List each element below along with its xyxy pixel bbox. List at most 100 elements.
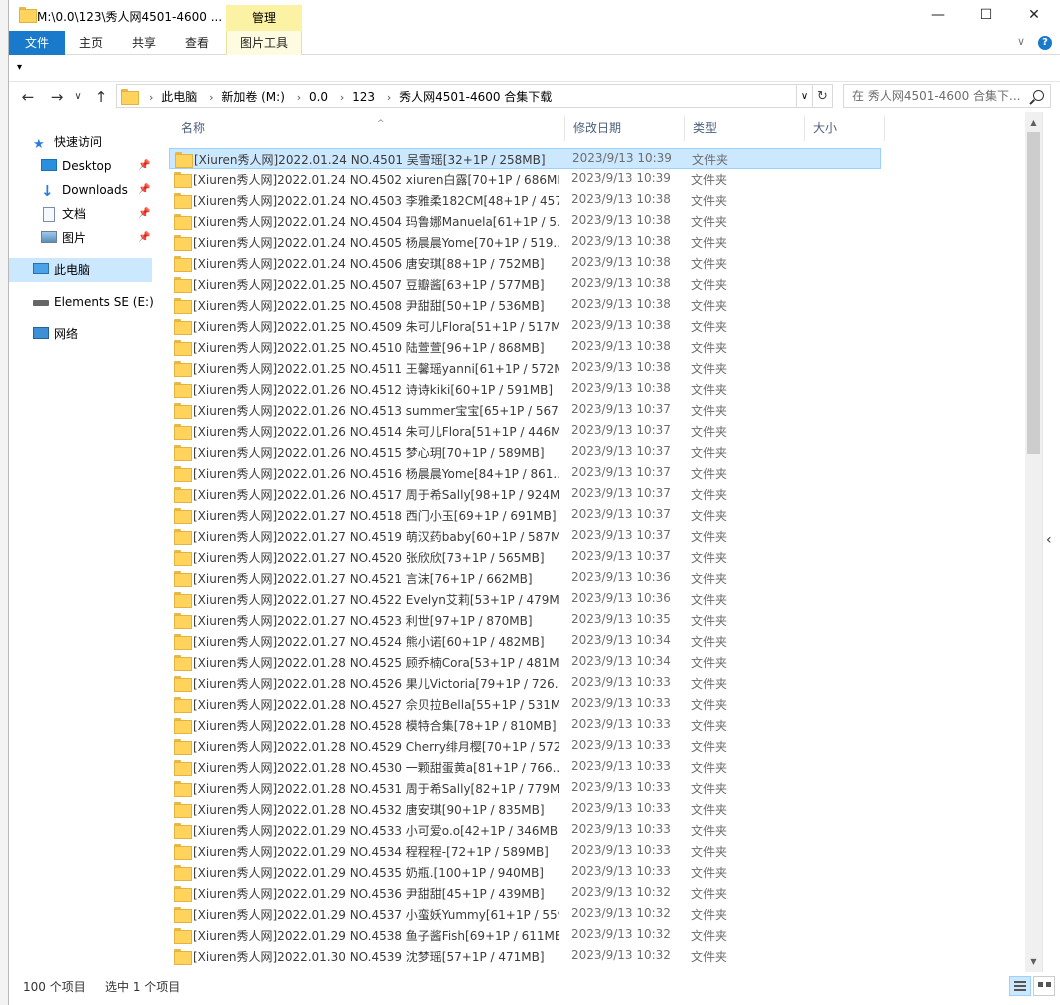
table-row[interactable]: [Xiuren秀人网]2022.01.26 NO.4513 summer宝宝[6… xyxy=(169,400,881,421)
up-button[interactable]: ↑ xyxy=(90,86,112,108)
table-row[interactable]: [Xiuren秀人网]2022.01.26 NO.4515 梦心玥[70+1P … xyxy=(169,442,881,463)
table-row[interactable]: [Xiuren秀人网]2022.01.29 NO.4537 小蛮妖Yummy[6… xyxy=(169,904,881,925)
table-row[interactable]: [Xiuren秀人网]2022.01.24 NO.4501 吴雪瑶[32+1P … xyxy=(169,148,881,169)
column-header-type[interactable]: 类型 xyxy=(685,116,805,141)
table-row[interactable]: [Xiuren秀人网]2022.01.29 NO.4535 奶瓶.[100+1P… xyxy=(169,862,881,883)
nav-item-quick-access[interactable]: ★ 快速访问 xyxy=(9,130,152,154)
tab-picture-tools[interactable]: 图片工具 xyxy=(226,31,302,55)
file-date: 2023/9/13 10:32 xyxy=(571,906,671,920)
breadcrumb-folder-123[interactable]: 123 xyxy=(352,90,375,104)
table-row[interactable]: [Xiuren秀人网]2022.01.27 NO.4520 张欣欣[73+1P … xyxy=(169,547,881,568)
pin-icon[interactable]: 📌 xyxy=(138,178,150,202)
breadcrumb-this-pc[interactable]: 此电脑 xyxy=(161,90,197,104)
breadcrumb-current-folder[interactable]: 秀人网4501-4600 合集下载 xyxy=(399,90,552,104)
address-bar[interactable]: › 此电脑 › 新加卷 (M:) › 0.0 › 123 › 秀人网4501-4… xyxy=(116,84,797,108)
table-row[interactable]: [Xiuren秀人网]2022.01.29 NO.4538 鱼子酱Fish[69… xyxy=(169,925,881,946)
nav-item-documents[interactable]: 文档 📌 xyxy=(9,202,152,226)
table-row[interactable]: [Xiuren秀人网]2022.01.30 NO.4539 沈梦瑶[57+1P … xyxy=(169,946,881,967)
table-row[interactable]: [Xiuren秀人网]2022.01.29 NO.4534 程程程-[72+1P… xyxy=(169,841,881,862)
table-row[interactable]: [Xiuren秀人网]2022.01.27 NO.4518 西门小玉[69+1P… xyxy=(169,505,881,526)
table-row[interactable]: [Xiuren秀人网]2022.01.24 NO.4502 xiuren白露[7… xyxy=(169,169,881,190)
search-icon[interactable] xyxy=(1033,90,1044,101)
recent-locations-button[interactable]: ∨ xyxy=(71,86,85,108)
scroll-down-icon[interactable]: ▼ xyxy=(1025,953,1042,970)
vertical-scrollbar[interactable]: ▲ ▼ xyxy=(1025,112,1042,972)
forward-button[interactable]: → xyxy=(46,86,68,108)
expand-ribbon-icon[interactable]: ∨ xyxy=(1017,35,1025,48)
close-button[interactable]: ✕ xyxy=(1011,0,1057,31)
file-date: 2023/9/13 10:32 xyxy=(571,885,671,899)
help-icon[interactable]: ? xyxy=(1038,36,1052,50)
table-row[interactable]: [Xiuren秀人网]2022.01.28 NO.4530 一颗甜蛋黄a[81+… xyxy=(169,757,881,778)
table-row[interactable]: [Xiuren秀人网]2022.01.28 NO.4528 模特合集[78+1P… xyxy=(169,715,881,736)
table-row[interactable]: [Xiuren秀人网]2022.01.26 NO.4517 周于希Sally[9… xyxy=(169,484,881,505)
nav-item-downloads[interactable]: ↓ Downloads 📌 xyxy=(9,178,152,202)
column-header-date[interactable]: 修改日期 xyxy=(565,116,685,141)
nav-item-network[interactable]: 网络 xyxy=(9,322,152,346)
chevron-left-icon[interactable]: ‹ xyxy=(1046,532,1052,548)
tab-home[interactable]: 主页 xyxy=(65,31,117,55)
table-row[interactable]: [Xiuren秀人网]2022.01.27 NO.4522 Evelyn艾莉[5… xyxy=(169,589,881,610)
picture-icon xyxy=(41,231,57,243)
table-row[interactable]: [Xiuren秀人网]2022.01.26 NO.4514 朱可儿Flora[5… xyxy=(169,421,881,442)
table-row[interactable]: [Xiuren秀人网]2022.01.25 NO.4507 豆瓣酱[63+1P … xyxy=(169,274,881,295)
file-list[interactable]: 名称 ^ 修改日期 类型 大小 [Xiuren秀人网]2022.01.24 NO… xyxy=(157,112,1025,972)
scrollbar-thumb[interactable] xyxy=(1027,132,1040,454)
minimize-button[interactable]: — xyxy=(915,0,961,31)
table-row[interactable]: [Xiuren秀人网]2022.01.28 NO.4525 顾乔楠Cora[53… xyxy=(169,652,881,673)
details-view-button[interactable] xyxy=(1009,976,1031,996)
tab-view[interactable]: 查看 xyxy=(171,31,223,55)
table-row[interactable]: [Xiuren秀人网]2022.01.25 NO.4510 陆萱萱[96+1P … xyxy=(169,337,881,358)
back-button[interactable]: ← xyxy=(17,86,39,108)
column-header-size[interactable]: 大小 xyxy=(805,116,885,141)
table-row[interactable]: [Xiuren秀人网]2022.01.28 NO.4527 佘贝拉Bella[5… xyxy=(169,694,881,715)
nav-item-desktop[interactable]: Desktop 📌 xyxy=(9,154,152,178)
table-row[interactable]: [Xiuren秀人网]2022.01.28 NO.4529 Cherry绯月樱[… xyxy=(169,736,881,757)
tab-file[interactable]: 文件 xyxy=(9,31,65,55)
tab-manage-contextual[interactable]: 管理 xyxy=(226,5,302,31)
breadcrumb-separator-icon[interactable]: › xyxy=(297,91,301,104)
breadcrumb-separator-icon[interactable]: › xyxy=(387,91,391,104)
table-row[interactable]: [Xiuren秀人网]2022.01.28 NO.4532 唐安琪[90+1P … xyxy=(169,799,881,820)
table-row[interactable]: [Xiuren秀人网]2022.01.27 NO.4521 言沫[76+1P /… xyxy=(169,568,881,589)
table-row[interactable]: [Xiuren秀人网]2022.01.27 NO.4523 利世[97+1P /… xyxy=(169,610,881,631)
preview-pane-toggle[interactable]: ‹ xyxy=(1042,112,1060,972)
tab-share[interactable]: 共享 xyxy=(119,31,169,55)
table-row[interactable]: [Xiuren秀人网]2022.01.25 NO.4508 尹甜甜[50+1P … xyxy=(169,295,881,316)
pin-icon[interactable]: 📌 xyxy=(138,226,150,250)
table-row[interactable]: [Xiuren秀人网]2022.01.29 NO.4536 尹甜甜[45+1P … xyxy=(169,883,881,904)
search-input[interactable]: 在 秀人网4501-4600 合集下... xyxy=(843,84,1051,108)
table-row[interactable]: [Xiuren秀人网]2022.01.26 NO.4516 杨晨晨Yome[84… xyxy=(169,463,881,484)
file-name: [Xiuren秀人网]2022.01.27 NO.4518 西门小玉[69+1P… xyxy=(193,509,557,523)
maximize-button[interactable]: ☐ xyxy=(963,0,1009,31)
table-row[interactable]: [Xiuren秀人网]2022.01.27 NO.4519 萌汉药baby[60… xyxy=(169,526,881,547)
table-row[interactable]: [Xiuren秀人网]2022.01.24 NO.4504 玛鲁娜Manuela… xyxy=(169,211,881,232)
scroll-up-icon[interactable]: ▲ xyxy=(1025,114,1042,131)
table-row[interactable]: [Xiuren秀人网]2022.01.24 NO.4505 杨晨晨Yome[70… xyxy=(169,232,881,253)
table-row[interactable]: [Xiuren秀人网]2022.01.24 NO.4506 唐安琪[88+1P … xyxy=(169,253,881,274)
customize-toolbar-icon[interactable]: ▾ xyxy=(17,62,22,73)
nav-item-pictures[interactable]: 图片 📌 xyxy=(9,226,152,250)
breadcrumb-separator-icon[interactable]: › xyxy=(340,91,344,104)
table-row[interactable]: [Xiuren秀人网]2022.01.25 NO.4509 朱可儿Flora[5… xyxy=(169,316,881,337)
nav-item-this-pc[interactable]: 此电脑 xyxy=(9,258,152,282)
table-row[interactable]: [Xiuren秀人网]2022.01.25 NO.4511 王馨瑶yanni[6… xyxy=(169,358,881,379)
table-row[interactable]: [Xiuren秀人网]2022.01.26 NO.4512 诗诗kiki[60+… xyxy=(169,379,881,400)
refresh-icon[interactable]: ↻ xyxy=(813,84,833,108)
address-dropdown-icon[interactable]: ∨ xyxy=(797,84,813,108)
breadcrumb-separator-icon[interactable]: › xyxy=(209,91,213,104)
breadcrumb-volume-m[interactable]: 新加卷 (M:) xyxy=(221,90,285,104)
table-row[interactable]: [Xiuren秀人网]2022.01.28 NO.4526 果儿Victoria… xyxy=(169,673,881,694)
pin-icon[interactable]: 📌 xyxy=(138,202,150,226)
title-bar[interactable]: M:\0.0\123\秀人网4501-4600 ... 管理 — ☐ ✕ xyxy=(9,0,1060,31)
table-row[interactable]: [Xiuren秀人网]2022.01.29 NO.4533 小可爱o.o[42+… xyxy=(169,820,881,841)
table-row[interactable]: [Xiuren秀人网]2022.01.28 NO.4531 周于希Sally[8… xyxy=(169,778,881,799)
table-row[interactable]: [Xiuren秀人网]2022.01.27 NO.4524 熊小诺[60+1P … xyxy=(169,631,881,652)
pin-icon[interactable]: 📌 xyxy=(138,154,150,178)
column-header-name[interactable]: 名称 ^ xyxy=(173,116,565,141)
breadcrumb-separator-icon[interactable]: › xyxy=(149,91,153,104)
table-row[interactable]: [Xiuren秀人网]2022.01.24 NO.4503 李雅柔182CM[4… xyxy=(169,190,881,211)
breadcrumb-folder-0-0[interactable]: 0.0 xyxy=(309,90,328,104)
nav-item-elements-drive[interactable]: Elements SE (E:) xyxy=(9,290,154,314)
large-icons-view-button[interactable] xyxy=(1033,976,1055,996)
